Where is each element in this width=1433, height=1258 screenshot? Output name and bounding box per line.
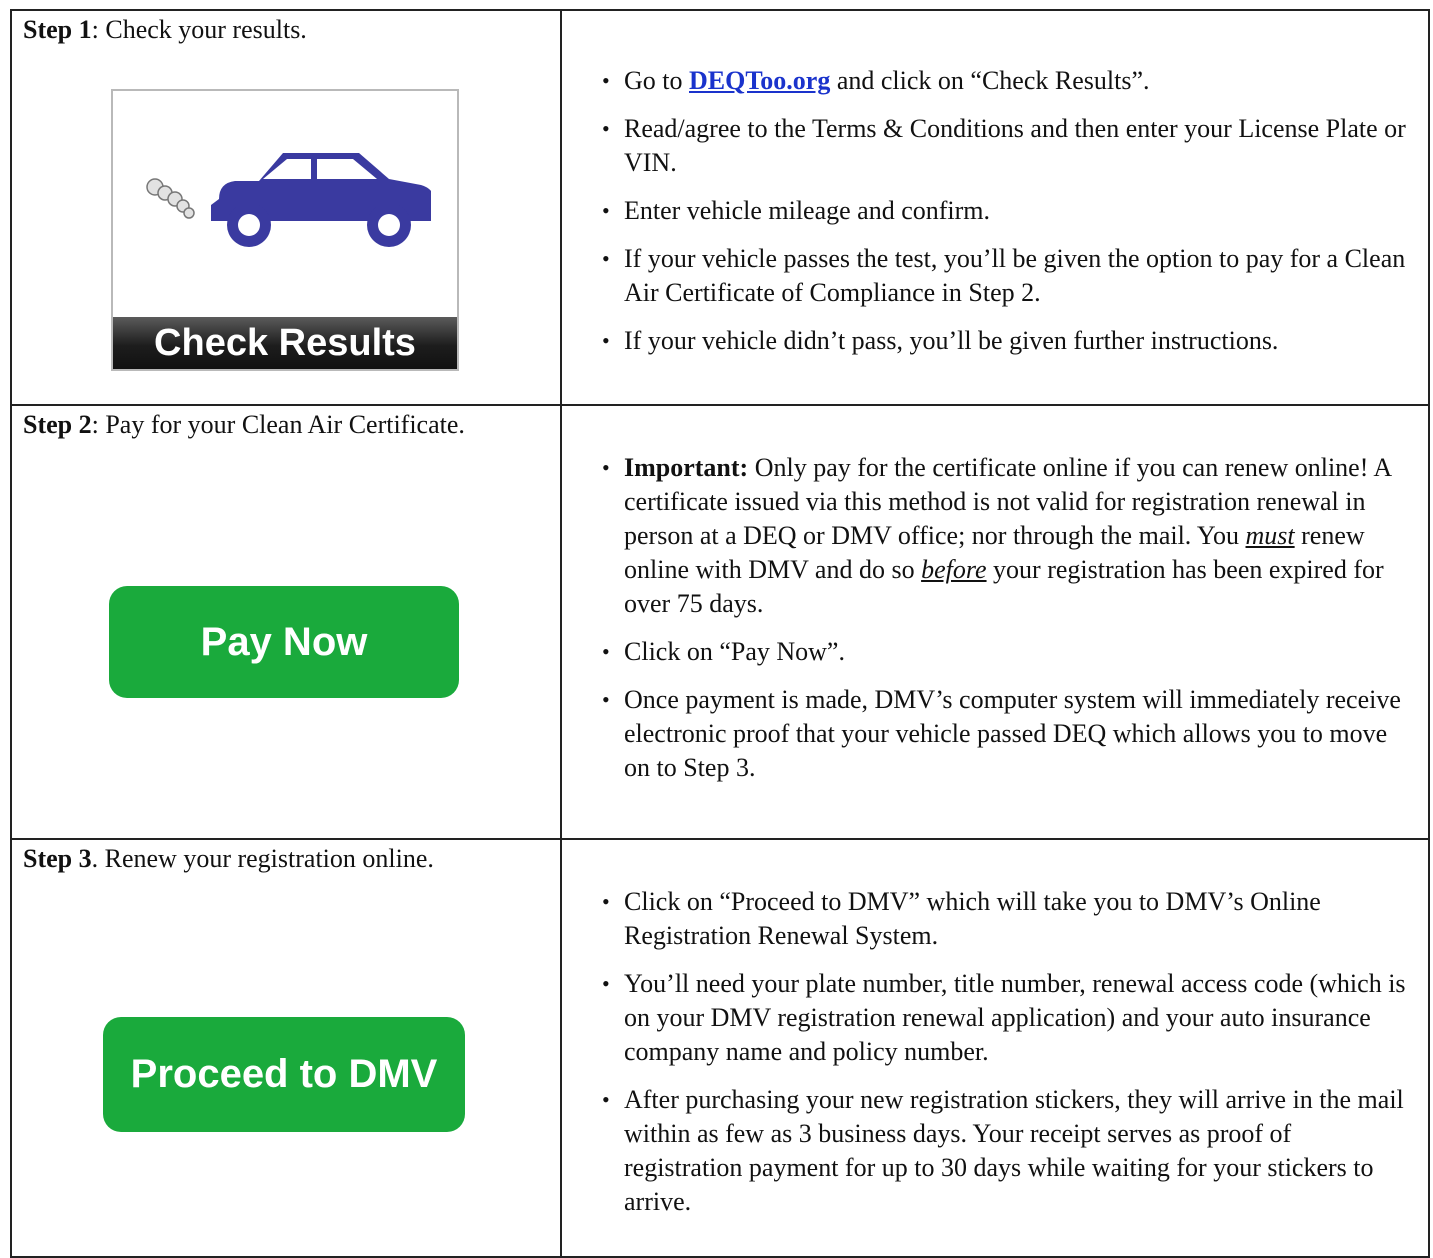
step-1-bullet-2: Read/agree to the Terms & Conditions and…	[562, 112, 1428, 180]
step-row-3: Step 3. Renew your registration online. …	[10, 838, 1430, 1258]
step-3-instructions: Click on “Proceed to DMV” which will tak…	[560, 838, 1430, 1258]
step-2-heading-text: : Pay for your Clean Air Certificate.	[91, 410, 465, 439]
exhaust-smoke-icon	[146, 178, 195, 219]
step-2-bullet-1: Important: Only pay for the certificate …	[562, 451, 1428, 621]
step-1-label: Step 1	[23, 15, 92, 44]
deqtoo-link[interactable]: DEQToo.org	[689, 66, 830, 95]
step-1-left-cell: Step 1: Check your results. Check Result…	[10, 9, 562, 406]
step-3-bullets: Click on “Proceed to DMV” which will tak…	[562, 840, 1428, 1219]
step-1-bullet-3: Enter vehicle mileage and confirm.	[562, 194, 1428, 228]
step-1-bullet-5: If your vehicle didn’t pass, you’ll be g…	[562, 324, 1428, 358]
important-label: Important:	[624, 453, 749, 482]
step-1-bullets: Go to DEQToo.org and click on “Check Res…	[562, 11, 1428, 358]
step-2-label: Step 2	[23, 410, 92, 439]
step-2-instructions: Important: Only pay for the certificate …	[560, 404, 1430, 840]
step-1-heading-text: : Check your results.	[91, 15, 307, 44]
step-2-bullet-2: Click on “Pay Now”.	[562, 635, 1428, 669]
step-1-heading: Step 1: Check your results.	[12, 11, 560, 45]
step-row-1: Step 1: Check your results. Check Result…	[10, 9, 1430, 406]
steps-table: Step 1: Check your results. Check Result…	[10, 9, 1430, 1258]
step-2-bullet-3: Once payment is made, DMV’s computer sys…	[562, 683, 1428, 785]
check-results-label: Check Results	[113, 317, 457, 369]
step-3-heading: Step 3. Renew your registration online.	[12, 840, 560, 874]
proceed-to-dmv-button[interactable]: Proceed to DMV	[103, 1017, 465, 1132]
pay-now-button[interactable]: Pay Now	[109, 586, 459, 698]
step-3-bullet-1: Click on “Proceed to DMV” which will tak…	[562, 885, 1428, 953]
check-results-button[interactable]: Check Results	[111, 89, 459, 371]
step-3-bullet-2: You’ll need your plate number, title num…	[562, 967, 1428, 1069]
before-emphasis: before	[921, 555, 987, 584]
step-2-left-cell: Step 2: Pay for your Clean Air Certifica…	[10, 404, 562, 840]
step-3-label: Step 3	[23, 844, 92, 873]
step-3-left-cell: Step 3. Renew your registration online. …	[10, 838, 562, 1258]
step-row-2: Step 2: Pay for your Clean Air Certifica…	[10, 404, 1430, 840]
step-2-heading: Step 2: Pay for your Clean Air Certifica…	[12, 406, 560, 440]
step-1-bullet-4: If your vehicle passes the test, you’ll …	[562, 242, 1428, 310]
step-2-bullets: Important: Only pay for the certificate …	[562, 406, 1428, 785]
step-1-instructions: Go to DEQToo.org and click on “Check Res…	[560, 9, 1430, 406]
step-1-bullet-1: Go to DEQToo.org and click on “Check Res…	[562, 64, 1428, 98]
must-emphasis: must	[1245, 521, 1295, 550]
car-icon	[146, 153, 431, 247]
step-3-bullet-3: After purchasing your new registration s…	[562, 1083, 1428, 1219]
step-3-heading-text: . Renew your registration online.	[91, 844, 434, 873]
